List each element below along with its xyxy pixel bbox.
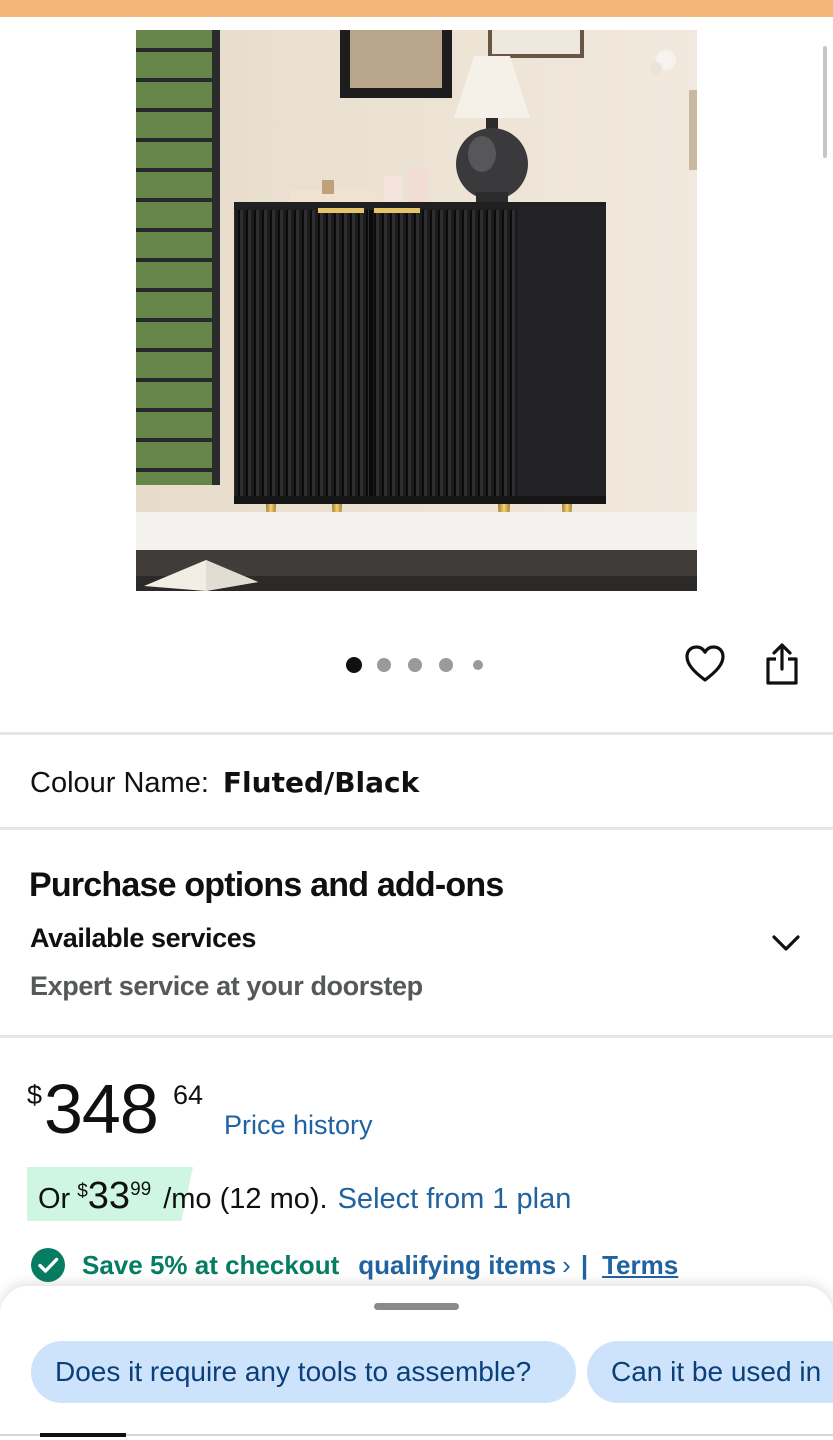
question-chip[interactable]: Can it be used in xyxy=(587,1341,833,1403)
select-plan-link[interactable]: Select from 1 plan xyxy=(338,1183,572,1216)
chevron-right-icon: › xyxy=(562,1249,571,1280)
promo-save-text: Save 5% at checkout xyxy=(82,1249,340,1280)
monthly-term: /mo (12 mo). xyxy=(163,1183,328,1215)
product-page: Colour Name: Fluted/Black Purchase optio… xyxy=(0,0,833,1440)
carousel-dot-4[interactable] xyxy=(439,658,453,672)
carousel-dot-5[interactable] xyxy=(473,660,483,670)
cabinet-photo xyxy=(136,30,697,591)
image-carousel-dots[interactable] xyxy=(346,657,486,673)
services-expand-button[interactable] xyxy=(766,926,806,960)
carousel-dot-3[interactable] xyxy=(408,658,422,672)
share-icon xyxy=(766,643,798,685)
purchase-options-title: Purchase options and add-ons xyxy=(29,866,504,904)
carousel-dot-1[interactable] xyxy=(346,657,362,673)
product-image[interactable] xyxy=(136,30,697,591)
monthly-price-fraction: 99 xyxy=(130,1179,152,1200)
wishlist-button[interactable] xyxy=(682,641,728,687)
share-button[interactable] xyxy=(759,641,805,687)
monthly-price-whole: 33 xyxy=(87,1175,131,1217)
sheet-active-tab-indicator xyxy=(40,1433,126,1437)
colour-name-row: Colour Name: Fluted/Black xyxy=(30,766,419,800)
section-divider xyxy=(0,1035,833,1038)
colour-name-label: Colour Name: xyxy=(30,767,209,799)
carousel-dot-2[interactable] xyxy=(377,658,391,672)
checkmark-circle-icon xyxy=(31,1248,65,1282)
chevron-down-icon xyxy=(772,935,800,951)
section-divider xyxy=(0,827,833,830)
heart-outline-icon xyxy=(685,645,725,682)
monthly-payment-row: Or $ 33 99 /mo (12 mo). Select from 1 pl… xyxy=(38,1175,572,1217)
terms-link[interactable]: Terms xyxy=(602,1250,678,1281)
price-currency-symbol: $ xyxy=(27,1080,43,1110)
suggested-questions-sheet[interactable]: Does it require any tools to assemble? C… xyxy=(0,1286,833,1440)
price-fraction: 64 xyxy=(173,1080,204,1110)
colour-name-value: Fluted/Black xyxy=(222,766,420,799)
available-services-label[interactable]: Available services xyxy=(30,923,256,954)
price-history-link[interactable]: Price history xyxy=(224,1110,373,1141)
sheet-drag-handle[interactable] xyxy=(374,1303,459,1310)
top-accent-bar xyxy=(0,0,833,17)
promo-separator: | xyxy=(580,1249,589,1280)
question-chip[interactable]: Does it require any tools to assemble? xyxy=(31,1341,576,1403)
promo-row: Save 5% at checkout qualifying items › |… xyxy=(30,1247,678,1283)
available-services-description: Expert service at your doorstep xyxy=(30,971,423,1001)
scrollbar-thumb[interactable] xyxy=(823,46,827,158)
qualifying-items-link[interactable]: qualifying items xyxy=(358,1250,556,1281)
monthly-currency-symbol: $ xyxy=(77,1181,88,1202)
price-whole: 348 xyxy=(44,1070,159,1148)
monthly-prefix: Or xyxy=(38,1183,71,1215)
section-divider xyxy=(0,732,833,735)
